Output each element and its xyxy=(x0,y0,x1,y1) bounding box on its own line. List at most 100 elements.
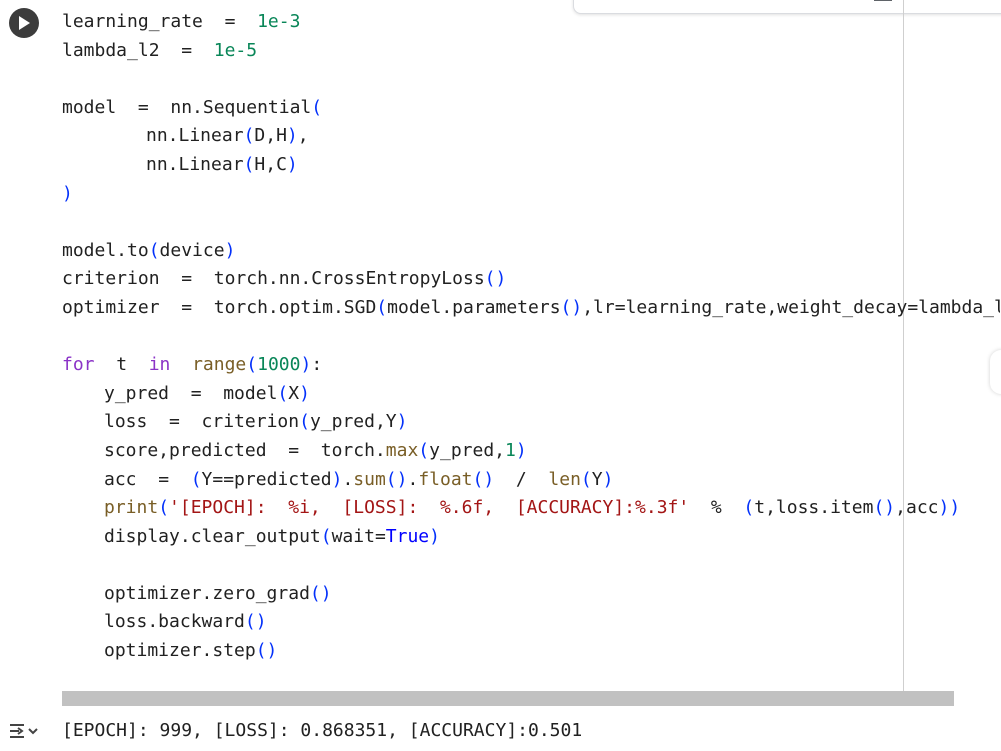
code-token: y_pred, xyxy=(429,439,505,461)
code-token: = xyxy=(202,11,258,32)
code-token: len xyxy=(548,468,581,490)
code-line[interactable]: display.clear_output(wait=True) xyxy=(62,523,1000,552)
code-line[interactable]: print('[EPOCH]: %i, [LOSS]: %.6f, [ACCUR… xyxy=(62,494,1000,523)
code-token: = xyxy=(159,268,214,290)
code-token: ) xyxy=(515,439,527,461)
code-token: model.parameters xyxy=(387,296,561,318)
code-line[interactable]: lambda_l2 = 1e-5 xyxy=(62,37,1000,66)
code-token: range xyxy=(192,354,247,376)
code-token: ( xyxy=(243,125,255,147)
code-token: loss.backward xyxy=(104,611,245,633)
code-line[interactable]: model = nn.Sequential( xyxy=(62,94,1000,123)
play-icon xyxy=(19,16,30,30)
code-token: / xyxy=(494,468,549,490)
code-token: . xyxy=(407,468,419,490)
code-token: ( xyxy=(311,96,323,118)
code-token: loss xyxy=(104,411,148,433)
code-token: 1e-5 xyxy=(213,39,258,61)
code-token: D,H xyxy=(254,125,287,147)
code-token: ) xyxy=(429,525,440,547)
code-token: lambda_l2 xyxy=(62,39,160,61)
code-token: ( xyxy=(246,354,258,376)
code-token: max xyxy=(385,439,419,461)
code-token: = xyxy=(159,39,214,61)
code-token: ( xyxy=(299,411,310,433)
code-token: ) xyxy=(396,411,408,433)
run-cell-button[interactable] xyxy=(9,8,39,38)
code-token: acc xyxy=(104,468,137,490)
horizontal-scrollbar[interactable] xyxy=(62,691,954,706)
code-token: ) xyxy=(286,153,298,175)
output-toggle-button[interactable] xyxy=(8,716,44,746)
code-token: = xyxy=(159,296,214,318)
code-token: y_pred xyxy=(104,382,170,404)
code-token: for xyxy=(62,354,95,376)
code-token: torch.nn.CrossEntropyLoss xyxy=(213,268,485,290)
code-token: optimizer.zero_grad xyxy=(104,582,310,604)
toolbar-minus-icon[interactable] xyxy=(874,0,892,1)
code-token: wait= xyxy=(331,525,386,547)
code-token: ( xyxy=(148,239,160,261)
code-token: Y==predicted xyxy=(201,468,332,490)
code-token: ( xyxy=(277,382,289,404)
code-line[interactable] xyxy=(62,323,1000,352)
code-line[interactable]: optimizer.step() xyxy=(62,637,1000,666)
code-token: criterion xyxy=(201,411,300,433)
code-token: ( xyxy=(158,497,170,519)
code-line[interactable]: criterion = torch.nn.CrossEntropyLoss() xyxy=(62,265,1000,294)
code-token: t xyxy=(94,354,149,376)
code-token: ,lr=learning_rate,weight_decay=lambda_l2 xyxy=(582,296,1000,318)
code-token: model xyxy=(62,96,117,118)
code-line[interactable] xyxy=(62,551,1000,580)
code-editor[interactable]: learning_rate = 1e-3 lambda_l2 = 1e-5 mod… xyxy=(62,8,1000,690)
code-line[interactable]: loss.backward() xyxy=(62,608,1000,637)
code-token: model.to xyxy=(62,239,149,261)
code-token: nn.Sequential xyxy=(170,96,312,118)
code-token: ) xyxy=(286,125,298,147)
code-line[interactable]: loss = criterion(y_pred,Y) xyxy=(62,408,1000,437)
code-token: nn.Linear xyxy=(146,153,244,175)
code-token: ( xyxy=(418,439,430,461)
code-token: () xyxy=(244,611,267,633)
code-token: H,C xyxy=(254,153,287,175)
code-line[interactable]: optimizer.zero_grad() xyxy=(62,580,1000,609)
code-token: )) xyxy=(938,497,961,519)
code-line[interactable]: score,predicted = torch.max(y_pred,1) xyxy=(62,437,1000,466)
code-line[interactable]: for t in range(1000): xyxy=(62,351,1000,380)
code-token: . xyxy=(342,468,354,490)
code-token: sum xyxy=(353,468,386,490)
code-token: () xyxy=(255,640,278,662)
code-line[interactable]: learning_rate = 1e-3 xyxy=(62,8,1000,37)
code-token: display.clear_output xyxy=(104,525,321,547)
code-line[interactable]: model.to(device) xyxy=(62,237,1000,266)
code-token: criterion xyxy=(62,268,160,290)
code-token: 1000 xyxy=(257,354,301,376)
code-token: Y xyxy=(591,468,603,490)
code-line[interactable]: ) xyxy=(62,180,1000,209)
code-token: ) xyxy=(300,354,312,376)
code-line[interactable]: optimizer = torch.optim.SGD(model.parame… xyxy=(62,294,1000,323)
code-line[interactable]: nn.Linear(D,H), xyxy=(62,122,1000,151)
code-token: 1 xyxy=(505,439,516,461)
code-token: = xyxy=(116,96,171,118)
code-token: () xyxy=(309,582,332,604)
code-line[interactable]: acc = (Y==predicted).sum().float() / len… xyxy=(62,466,1000,495)
code-token: ) xyxy=(602,468,614,490)
code-token: () xyxy=(484,268,507,290)
code-line[interactable] xyxy=(62,65,1000,94)
code-token: print xyxy=(104,497,159,519)
cell-output: [EPOCH]: 999, [LOSS]: 0.868351, [ACCURAC… xyxy=(62,720,583,741)
code-token: nn.Linear xyxy=(146,125,244,147)
code-line[interactable] xyxy=(62,208,1000,237)
output-toggle-icon xyxy=(10,724,38,738)
horizontal-scrollbar-thumb[interactable] xyxy=(62,691,954,706)
code-line[interactable]: y_pred = model(X) xyxy=(62,380,1000,409)
code-token: , xyxy=(297,125,309,147)
code-line[interactable]: nn.Linear(H,C) xyxy=(62,151,1000,180)
code-token: ( xyxy=(243,153,255,175)
code-token: optimizer.step xyxy=(104,640,256,662)
code-token: '[EPOCH]: %i, [LOSS]: %.6f, [ACCURACY]:%… xyxy=(169,497,690,519)
code-token: learning_rate xyxy=(62,11,203,32)
code-token: ( xyxy=(376,296,388,318)
